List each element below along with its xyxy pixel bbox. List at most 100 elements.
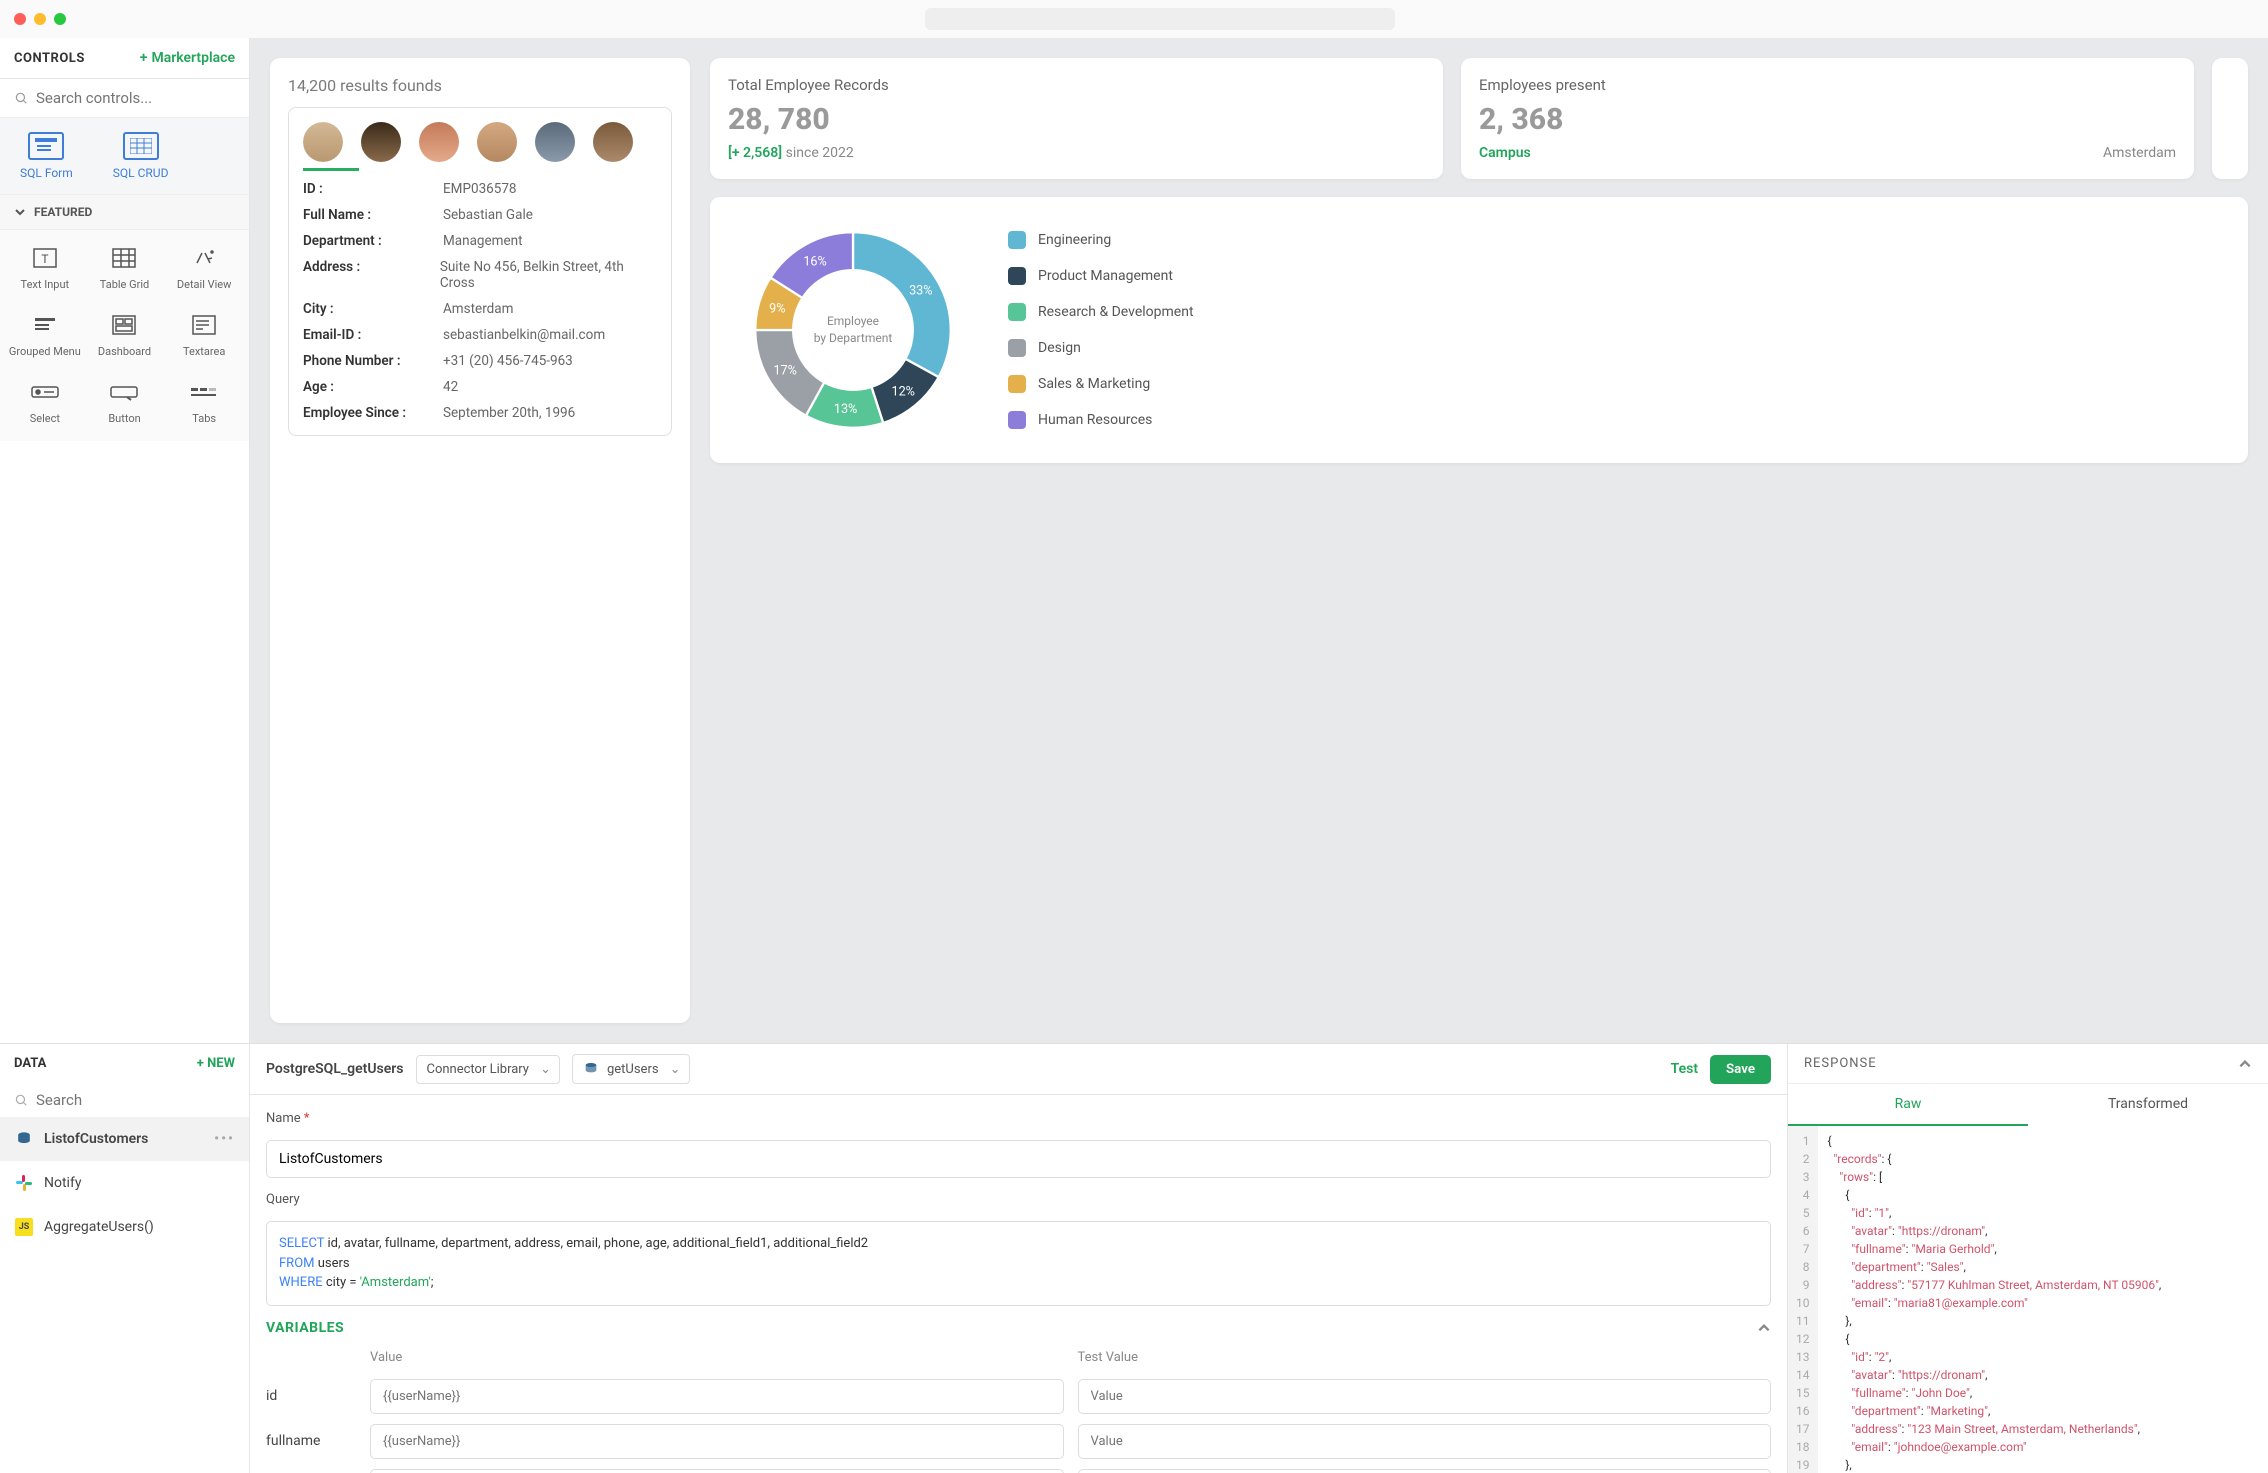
legend-item: Product Management xyxy=(1008,267,1194,285)
variable-test-input[interactable] xyxy=(1078,1469,1772,1473)
detail-row: Age :42 xyxy=(303,379,657,395)
titlebar xyxy=(0,0,2268,38)
tab-raw[interactable]: Raw xyxy=(1788,1084,2028,1126)
marketplace-link[interactable]: +Markertplace xyxy=(140,50,235,66)
control-button[interactable]: Button xyxy=(88,380,162,425)
control-icon xyxy=(29,380,61,404)
top-search-pill[interactable] xyxy=(925,8,1395,30)
control-icon xyxy=(29,313,61,337)
control-icon xyxy=(188,246,220,270)
legend-item: Engineering xyxy=(1008,231,1194,249)
detail-row: Email-ID :sebastianbelkin@mail.com xyxy=(303,327,657,343)
save-button[interactable]: Save xyxy=(1710,1055,1771,1084)
donut-slice[interactable] xyxy=(853,232,951,377)
data-search-input[interactable] xyxy=(36,1091,235,1109)
chevron-down-icon xyxy=(14,206,26,218)
stat-total-employees: Total Employee Records 28, 780 [+ 2,568]… xyxy=(710,58,1443,179)
variable-value-input[interactable] xyxy=(370,1424,1064,1459)
editor-breadcrumb: PostgreSQL_getUsers xyxy=(266,1061,404,1077)
avatar[interactable] xyxy=(477,122,517,162)
slack-icon xyxy=(14,1173,34,1193)
avatars-row xyxy=(303,122,657,162)
variable-value-input[interactable] xyxy=(370,1379,1064,1414)
svg-text:33%: 33% xyxy=(909,284,932,299)
avatar[interactable] xyxy=(303,122,343,162)
postgres-icon xyxy=(583,1061,599,1077)
donut-card: 33%12%13%17%9%16% Employeeby Department … xyxy=(710,197,2248,463)
data-source-item[interactable]: Notify xyxy=(0,1161,249,1205)
data-source-item[interactable]: JSAggregateUsers() xyxy=(0,1205,249,1249)
data-title: DATA xyxy=(14,1056,46,1071)
response-code[interactable]: { "records": { "rows": [ { "id": "1", "a… xyxy=(1818,1126,2172,1473)
detail-row: City :Amsterdam xyxy=(303,301,657,317)
featured-header[interactable]: FEATURED xyxy=(0,194,249,230)
controls-title: CONTROLS xyxy=(14,51,85,66)
svg-text:T: T xyxy=(41,252,48,266)
window-minimize[interactable] xyxy=(34,13,46,25)
detail-row: Full Name :Sebastian Gale xyxy=(303,207,657,223)
control-tabs[interactable]: Tabs xyxy=(167,380,241,425)
control-select[interactable]: Select xyxy=(8,380,82,425)
svg-text:9%: 9% xyxy=(769,302,785,317)
search-icon xyxy=(14,90,28,106)
controls-search[interactable] xyxy=(0,79,249,118)
control-icon xyxy=(108,380,140,404)
query-label: Query xyxy=(266,1192,1771,1207)
stat-card-cutoff xyxy=(2212,58,2248,179)
response-header[interactable]: RESPONSE xyxy=(1788,1044,2268,1084)
search-icon xyxy=(14,1092,28,1108)
svg-text:16%: 16% xyxy=(803,255,826,270)
control-dashboard[interactable]: Dashboard xyxy=(88,313,162,358)
control-icon xyxy=(188,380,220,404)
pg-icon xyxy=(14,1129,34,1149)
tab-transformed[interactable]: Transformed xyxy=(2028,1084,2268,1126)
canvas: 14,200 results founds ID :EMP036578Full … xyxy=(250,38,2268,1043)
name-input[interactable] xyxy=(266,1140,1771,1178)
detail-row: ID :EMP036578 xyxy=(303,181,657,197)
control-table-grid[interactable]: Table Grid xyxy=(88,246,162,291)
stat-employees-present: Employees present 2, 368 CampusAmsterdam xyxy=(1461,58,2194,179)
controls-search-input[interactable] xyxy=(36,89,235,107)
control-icon: T xyxy=(29,246,61,270)
avatar[interactable] xyxy=(535,122,575,162)
data-new-button[interactable]: + NEW xyxy=(197,1056,235,1071)
control-sql-crud[interactable]: SQL CRUD xyxy=(113,132,169,180)
control-textarea[interactable]: Textarea xyxy=(167,313,241,358)
detail-row: Phone Number :+31 (20) 456-745-963 xyxy=(303,353,657,369)
avatar[interactable] xyxy=(419,122,459,162)
control-detail-view[interactable]: Detail View xyxy=(167,246,241,291)
variable-test-input[interactable] xyxy=(1078,1379,1772,1414)
variables-header[interactable]: VARIABLES xyxy=(266,1320,1771,1336)
variable-value-input[interactable] xyxy=(370,1469,1064,1473)
svg-text:17%: 17% xyxy=(773,364,796,379)
chevron-up-icon xyxy=(1757,1321,1771,1335)
svg-text:12%: 12% xyxy=(891,384,914,399)
variable-row: id xyxy=(266,1379,1771,1414)
detail-row: Address :Suite No 456, Belkin Street, 4t… xyxy=(303,259,657,291)
legend-item: Human Resources xyxy=(1008,411,1194,429)
connector-select[interactable]: Connector Library xyxy=(416,1055,560,1084)
name-label: Name * xyxy=(266,1111,1771,1126)
donut-center-label: Employeeby Department xyxy=(814,313,893,347)
avatar[interactable] xyxy=(593,122,633,162)
data-search[interactable] xyxy=(0,1083,249,1117)
data-source-item[interactable]: ListofCustomers••• xyxy=(0,1117,249,1161)
control-grouped-menu[interactable]: Grouped Menu xyxy=(8,313,82,358)
detail-row: Department :Management xyxy=(303,233,657,249)
more-icon[interactable]: ••• xyxy=(214,1131,235,1147)
legend-item: Design xyxy=(1008,339,1194,357)
window-close[interactable] xyxy=(14,13,26,25)
chevron-up-icon xyxy=(2238,1057,2252,1071)
variable-test-input[interactable] xyxy=(1078,1424,1772,1459)
svg-text:13%: 13% xyxy=(834,402,857,417)
avatar[interactable] xyxy=(361,122,401,162)
test-button[interactable]: Test xyxy=(1671,1061,1698,1077)
query-editor[interactable]: SELECT id, avatar, fullname, department,… xyxy=(266,1221,1771,1306)
variable-row: fullname xyxy=(266,1424,1771,1459)
window-maximize[interactable] xyxy=(54,13,66,25)
control-icon xyxy=(188,313,220,337)
variable-row: department xyxy=(266,1469,1771,1473)
action-select[interactable]: getUsers xyxy=(572,1054,690,1084)
control-sql-form[interactable]: SQL Form xyxy=(20,132,73,180)
control-text-input[interactable]: TText Input xyxy=(8,246,82,291)
